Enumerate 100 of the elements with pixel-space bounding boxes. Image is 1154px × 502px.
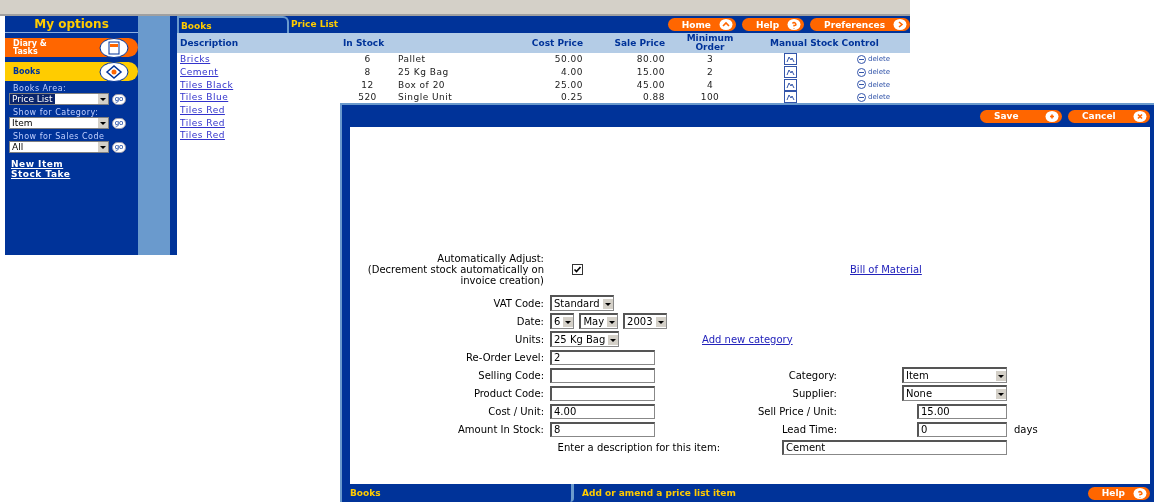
column-header: Sale Price bbox=[613, 38, 666, 48]
text-field[interactable] bbox=[550, 385, 655, 401]
dialog-tab[interactable]: Books bbox=[350, 484, 574, 502]
text-field[interactable]: 8 bbox=[550, 421, 655, 437]
table-cell-text: 520 bbox=[357, 92, 378, 103]
filter-label: Show for Category: bbox=[12, 108, 100, 117]
item-link[interactable]: Tiles Red bbox=[177, 117, 340, 128]
dropdown[interactable]: 2003 bbox=[623, 313, 667, 329]
item-link[interactable]: Tiles Black bbox=[177, 79, 340, 90]
text-field[interactable]: 0 bbox=[917, 421, 1007, 437]
table-cell-text: 4 bbox=[705, 79, 715, 90]
filter-dropdown[interactable]: Price List bbox=[9, 93, 109, 105]
dropdown[interactable]: 6 bbox=[550, 313, 575, 329]
column-header: Minimum Order bbox=[685, 34, 735, 52]
field-label: Sell Price / Unit: bbox=[756, 405, 838, 417]
edit-icon[interactable] bbox=[784, 91, 797, 104]
field-note: (Decrement stock automatically on invoice creation) bbox=[366, 263, 544, 286]
close-icon bbox=[1133, 110, 1147, 122]
description-field[interactable]: Cement bbox=[782, 439, 1007, 455]
caret-icon[interactable] bbox=[655, 316, 666, 327]
bill-of-material-link[interactable]: Bill of Material bbox=[840, 263, 1150, 275]
dropdown[interactable]: May bbox=[579, 313, 619, 329]
edit-icon[interactable] bbox=[784, 78, 797, 91]
caret-icon[interactable] bbox=[98, 94, 108, 104]
table-cell-text: 3 bbox=[705, 54, 715, 65]
help-icon bbox=[1133, 487, 1147, 499]
table-cell-text: 25 Kg Bag bbox=[397, 67, 450, 78]
column-header: In Stock bbox=[342, 38, 386, 48]
tab[interactable]: Price List bbox=[289, 16, 347, 33]
field-label: Amount In Stock: bbox=[457, 423, 545, 435]
column-header: Description bbox=[179, 38, 240, 48]
add-category-link[interactable]: Add new category bbox=[702, 333, 840, 345]
caret-icon[interactable] bbox=[608, 334, 619, 345]
caret-icon[interactable] bbox=[996, 388, 1006, 399]
filter-label: Show for Sales Code bbox=[12, 132, 106, 141]
dropdown[interactable]: Item bbox=[902, 367, 1007, 383]
table-cell-text: Box of 20 bbox=[397, 79, 447, 90]
home-icon bbox=[718, 19, 733, 30]
field-label: Lead Time: bbox=[780, 423, 838, 435]
field-label: Enter a description for this item: bbox=[556, 441, 720, 453]
filter-dropdown[interactable]: All bbox=[9, 141, 109, 153]
table-cell-text: 100 bbox=[699, 92, 721, 103]
table-cell-text: 80.00 bbox=[635, 54, 666, 65]
item-link[interactable]: Bricks bbox=[177, 54, 340, 65]
table-cell-text: 2 bbox=[705, 67, 715, 78]
text-field[interactable]: 2 bbox=[550, 349, 655, 365]
item-link[interactable]: Tiles Red bbox=[177, 105, 340, 116]
column-header: Manual Stock Control bbox=[769, 38, 880, 48]
field-label: Re-Order Level: bbox=[465, 351, 545, 363]
caret-icon[interactable] bbox=[98, 118, 108, 128]
sidebar-link[interactable]: New Item bbox=[5, 159, 138, 169]
caret-icon[interactable] bbox=[607, 316, 618, 327]
field-label: Product Code: bbox=[472, 387, 545, 399]
item-link[interactable]: Tiles Blue bbox=[177, 92, 340, 103]
field-label: Date: bbox=[515, 315, 545, 327]
table-cell-text: Pallet bbox=[397, 54, 427, 65]
table-cell-text: 0.25 bbox=[559, 92, 584, 103]
caret-icon[interactable] bbox=[602, 298, 613, 309]
field-label: Selling Code: bbox=[477, 369, 545, 381]
edit-icon[interactable] bbox=[784, 53, 797, 66]
minus-circle-icon bbox=[857, 92, 866, 102]
sidebar-link[interactable]: Stock Take bbox=[5, 169, 138, 179]
field-label: Supplier: bbox=[791, 387, 838, 399]
field-label: Automatically Adjust: bbox=[437, 252, 544, 264]
checkbox[interactable] bbox=[572, 263, 583, 275]
table-cell-text: 45.00 bbox=[635, 79, 666, 90]
minus-circle-icon bbox=[857, 67, 866, 77]
minus-circle-icon bbox=[857, 54, 866, 64]
minus-circle-icon bbox=[857, 80, 866, 90]
dropdown[interactable]: Standard bbox=[550, 295, 614, 311]
help-icon bbox=[787, 19, 802, 30]
edit-icon[interactable] bbox=[784, 66, 797, 79]
nav-item[interactable]: Books bbox=[5, 62, 138, 81]
table-cell-text: 12 bbox=[360, 79, 375, 90]
column-header: Cost Price bbox=[530, 38, 584, 48]
caret-icon[interactable] bbox=[563, 316, 574, 327]
caret-icon[interactable] bbox=[98, 142, 108, 152]
text-field[interactable] bbox=[550, 367, 655, 383]
item-link[interactable]: Cement bbox=[177, 67, 340, 78]
table-cell-text: 15.00 bbox=[635, 67, 666, 78]
table-cell-text: 8 bbox=[363, 67, 372, 78]
table-cell-text: 50.00 bbox=[553, 54, 584, 65]
field-label: VAT Code: bbox=[492, 297, 545, 309]
dialog-title: Add or amend a price list item bbox=[581, 488, 736, 498]
table-cell-text: Single Unit bbox=[397, 92, 454, 103]
table-cell-text: 4.00 bbox=[559, 67, 584, 78]
dropdown[interactable]: 25 Kg Bag bbox=[550, 331, 620, 347]
field-label: Units: bbox=[514, 333, 545, 345]
filter-dropdown[interactable]: Item bbox=[9, 117, 109, 129]
caret-icon[interactable] bbox=[996, 370, 1006, 381]
text-field[interactable]: 4.00 bbox=[550, 403, 655, 419]
unit-label: days bbox=[1013, 423, 1039, 435]
item-link[interactable]: Tiles Red bbox=[177, 130, 340, 141]
field-label: Category: bbox=[787, 369, 838, 381]
dropdown[interactable]: None bbox=[902, 385, 1007, 401]
table-cell-text: 0.88 bbox=[641, 92, 666, 103]
table-cell-text: 6 bbox=[363, 54, 372, 65]
filter-label: Books Area: bbox=[12, 84, 68, 93]
calendar-icon bbox=[99, 37, 129, 58]
text-field[interactable]: 15.00 bbox=[917, 403, 1007, 419]
